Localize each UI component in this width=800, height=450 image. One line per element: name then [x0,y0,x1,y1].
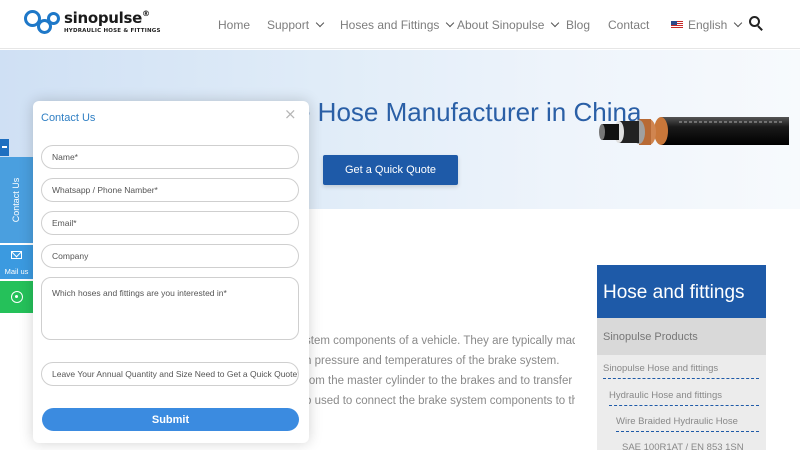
chevron-down-icon [315,18,325,28]
mail-icon [11,251,22,259]
expand-arrow-icon[interactable] [0,139,9,156]
mail-us-label: Mail us [4,267,29,276]
nav-blog[interactable]: Blog [566,16,590,34]
chevron-down-icon [734,18,743,28]
email-field[interactable]: Email* [41,211,299,235]
language-selector[interactable]: English [671,16,743,34]
contact-form-popup: Contact Us × Name* Whatsapp / Phone Namb… [33,101,309,443]
name-field[interactable]: Name* [41,145,299,169]
sidebar-item-hose-fittings[interactable]: Sinopulse Hose and fittings [603,363,759,379]
nav-hoses-fittings[interactable]: Hoses and Fittings [340,16,455,34]
sidebar-item-sae-100r1at[interactable]: SAE 100R1AT / EN 853 1SN [622,442,759,450]
logo-wordmark: sinopulse® [64,9,150,27]
contact-us-tab[interactable]: Contact Us [0,157,33,243]
nav-contact[interactable]: Contact [608,16,649,34]
get-quote-button[interactable]: Get a Quick Quote [323,155,458,185]
company-field[interactable]: Company [41,244,299,268]
logo-tagline: HYDRAULIC HOSE & FITTINGS [64,28,161,34]
contact-form-title: Contact Us [41,112,96,124]
article-text: stem components of a vehicle. They are t… [305,331,575,411]
product-sidebar: Hose and fittings Sinopulse Products Sin… [597,265,766,450]
quantity-field[interactable]: Leave Your Annual Quantity and Size Need… [41,362,299,386]
nav-support[interactable]: Support [267,16,325,34]
chevron-down-icon [551,18,560,28]
contact-us-tab-label: Contact Us [11,177,21,223]
interest-textarea[interactable]: Which hoses and fittings are you interes… [41,277,299,340]
sinopulse-logo[interactable]: sinopulse® HYDRAULIC HOSE & FITTINGS [24,9,160,39]
nav-about[interactable]: About Sinopulse [457,16,560,34]
sidebar-heading: Hose and fittings [597,265,766,318]
site-header: sinopulse® HYDRAULIC HOSE & FITTINGS Hom… [0,0,800,49]
hero-title: e Hose Manufacturer in China [296,97,642,127]
whatsapp-icon [11,291,23,303]
article-line: o used to connect the brake system compo… [305,395,575,407]
us-flag-icon [671,21,683,29]
nav-home[interactable]: Home [218,16,250,34]
whatsapp-tab[interactable] [0,281,33,313]
close-icon[interactable]: × [284,107,297,122]
logo-mark-icon [24,10,62,36]
mail-us-tab[interactable]: Mail us [0,245,33,279]
article-line: h pressure and temperatures of the brake… [305,355,560,367]
search-icon[interactable] [749,16,765,32]
hydraulic-hose-image [599,117,789,145]
sidebar-item-sinopulse-products[interactable]: Sinopulse Products [597,318,766,355]
chevron-down-icon [446,18,455,28]
sidebar-item-wire-braided[interactable]: Wire Braided Hydraulic Hose [616,416,759,432]
phone-field[interactable]: Whatsapp / Phone Namber* [41,178,299,202]
article-line: rom the master cylinder to the brakes an… [305,375,573,387]
sidebar-item-hydraulic-hose[interactable]: Hydraulic Hose and fittings [609,390,759,406]
submit-button[interactable]: Submit [42,408,299,431]
article-line: stem components of a vehicle. They are t… [305,335,575,347]
